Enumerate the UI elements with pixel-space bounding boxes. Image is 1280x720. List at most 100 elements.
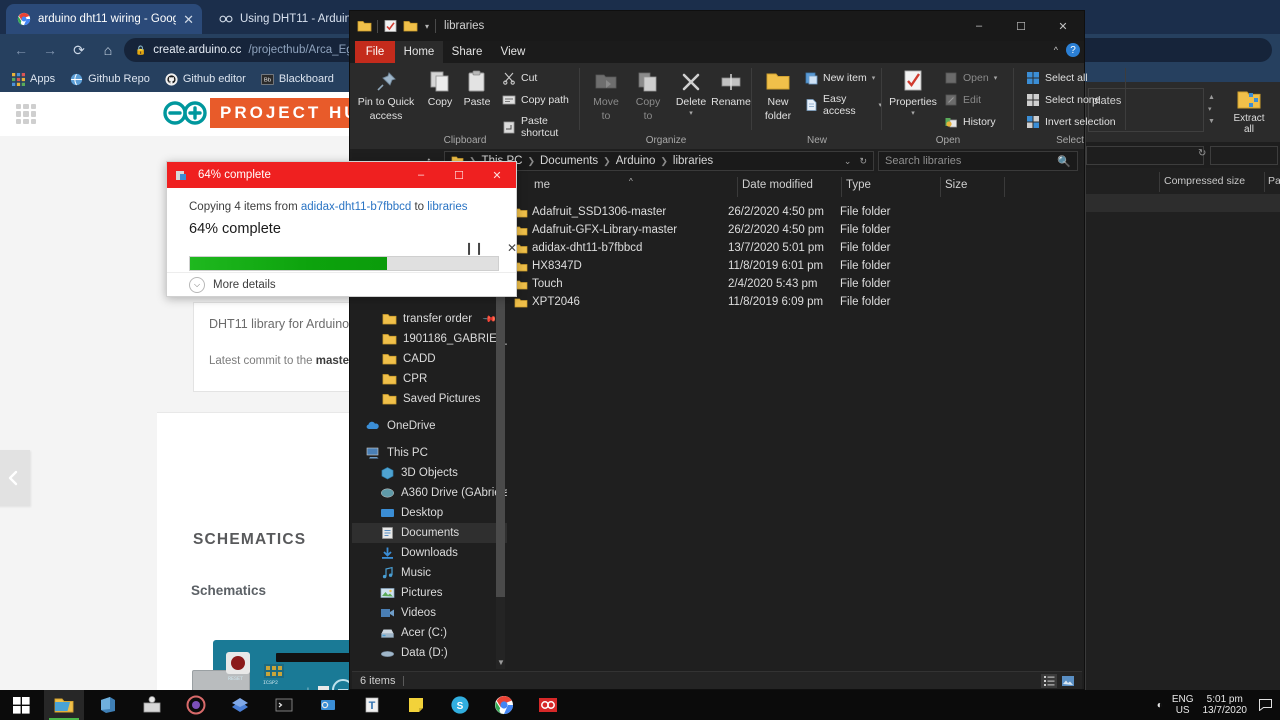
nav-item-onedrive[interactable]: OneDrive	[352, 416, 507, 436]
scroll-down-icon[interactable]: ▼	[497, 658, 505, 667]
select-all-button[interactable]: Select all	[1026, 71, 1088, 85]
tab-home[interactable]: Home	[395, 41, 443, 63]
nav-item-transfer-order[interactable]: transfer order 📌	[352, 309, 507, 329]
folder-icon[interactable]	[357, 19, 372, 33]
breadcrumb-item-libraries[interactable]: libraries	[673, 155, 713, 167]
history-button[interactable]: History	[944, 115, 996, 129]
properties-button[interactable]: Properties ▾	[886, 69, 940, 117]
dialog-minimize-button[interactable]: –	[402, 162, 440, 188]
table-row[interactable]: Adafruit-GFX-Library-master 26/2/2020 4:…	[510, 222, 1082, 240]
taskbar-arduino[interactable]	[528, 690, 568, 720]
taskbar-skype[interactable]: S	[440, 690, 480, 720]
collapse-ribbon-icon[interactable]: ^	[1054, 45, 1058, 55]
nav-item-downloads[interactable]: Downloads	[352, 543, 507, 563]
bookmark-blackboard[interactable]: Bb Blackboard	[260, 73, 334, 86]
nav-item-saved-pictures[interactable]: Saved Pictures	[352, 389, 507, 409]
nav-item-1901186-gabriel[interactable]: 1901186_GABRIEL_ASA	[352, 329, 507, 349]
properties-caret[interactable]: ▾	[886, 109, 940, 117]
edit-button[interactable]: Edit	[944, 93, 981, 107]
move-to-button[interactable]: Move to	[586, 69, 626, 122]
taskbar-file-explorer[interactable]	[44, 690, 84, 720]
language-indicator[interactable]: ENG US	[1172, 694, 1194, 716]
delete-caret[interactable]: ▾	[670, 109, 712, 117]
reload-button[interactable]: ⟳	[66, 37, 92, 63]
copy-button[interactable]: Copy	[422, 69, 458, 109]
invert-selection-button[interactable]: Invert selection	[1026, 115, 1116, 129]
tab-share[interactable]: Share	[443, 41, 491, 63]
taskbar-chrome[interactable]	[484, 690, 524, 720]
copy-path-button[interactable]: Copy path	[502, 93, 569, 107]
start-button[interactable]	[0, 690, 42, 720]
open-button[interactable]: Open ▾	[944, 71, 997, 85]
taskbar-remote-desktop[interactable]	[132, 690, 172, 720]
nav-item-data-d[interactable]: Data (D:)	[352, 643, 507, 663]
column-name[interactable]: me	[534, 179, 550, 191]
background-explorer-window[interactable]: plates ▲▾▼ Extract all chevron-down-icon…	[1085, 82, 1280, 690]
taskbar-terminal[interactable]	[264, 690, 304, 720]
new-item-caret[interactable]: ▾	[872, 74, 876, 82]
column-size[interactable]: Size	[945, 179, 967, 191]
nav-item-pictures[interactable]: Pictures	[352, 583, 507, 603]
address-dropdown-icon[interactable]: ⌄	[844, 156, 852, 167]
address-refresh-icon[interactable]: ↻	[859, 156, 867, 167]
tab-view[interactable]: View	[491, 41, 535, 63]
destination-link[interactable]: libraries	[427, 201, 467, 213]
taskbar-sketch[interactable]	[220, 690, 260, 720]
browser-tab-1-close-icon[interactable]: ✕	[183, 13, 194, 26]
search-input[interactable]: Search libraries 🔍	[878, 151, 1078, 171]
nav-item-music[interactable]: Music	[352, 563, 507, 583]
nav-item-a360-drive[interactable]: A360 Drive (GAbrielasa	[352, 483, 507, 503]
delete-button[interactable]: Delete ▾	[670, 69, 712, 117]
background-search-box[interactable]	[1210, 146, 1278, 165]
copy-to-button[interactable]: Copy to	[628, 69, 668, 122]
dialog-footer[interactable]: ⌵ More details	[167, 272, 516, 296]
nav-item-cpr[interactable]: CPR	[352, 369, 507, 389]
source-link[interactable]: adidax-dht11-b7fbbcd	[301, 201, 411, 213]
nav-item-videos[interactable]: Videos	[352, 603, 507, 623]
table-row[interactable]: Touch 2/4/2020 5:43 pm File folder	[510, 276, 1082, 294]
pin-to-quick-access-button[interactable]: Pin to Quick access	[352, 69, 420, 122]
gallery-scroll-arrows[interactable]: ▲ ▾ ▼	[1208, 92, 1215, 128]
select-none-button[interactable]: Select none	[1026, 93, 1100, 107]
bookmark-apps[interactable]: Apps	[12, 72, 55, 86]
clock[interactable]: 5:01 pm 13/7/2020	[1203, 694, 1248, 716]
breadcrumb-item-arduino[interactable]: Arduino	[616, 155, 656, 167]
cut-button[interactable]: Cut	[502, 71, 537, 85]
taskbar-screen[interactable]	[308, 690, 348, 720]
column-date-modified[interactable]: Date modified	[742, 179, 813, 191]
column-compressed-size[interactable]: Compressed size	[1164, 175, 1245, 187]
pause-button[interactable]: ❙❙	[463, 238, 485, 258]
wifi-icon[interactable]: ◐	[1157, 700, 1163, 711]
breadcrumb-item-documents[interactable]: Documents	[540, 155, 598, 167]
new-folder-button[interactable]: New folder	[756, 69, 800, 122]
tab-file[interactable]: File	[355, 41, 395, 63]
back-button[interactable]: ←	[8, 37, 34, 63]
bookmark-github-editor[interactable]: Github editor	[165, 72, 246, 86]
browser-tab-1[interactable]: arduino dht11 wiring - Google S ✕	[6, 4, 202, 34]
new-item-button[interactable]: New item ▾	[804, 71, 875, 85]
cancel-button[interactable]: ✕	[501, 238, 523, 258]
nav-item-this-pc[interactable]: This PC	[352, 443, 507, 463]
dialog-maximize-button[interactable]: ☐	[440, 162, 478, 188]
taskbar-store[interactable]	[88, 690, 128, 720]
nav-item-documents[interactable]: Documents	[352, 523, 507, 543]
nav-item-acer-c[interactable]: Acer (C:)	[352, 623, 507, 643]
more-details-label[interactable]: More details	[213, 279, 276, 291]
explorer-minimize-button[interactable]: –	[958, 11, 1000, 41]
explorer-maximize-button[interactable]: ☐	[1000, 11, 1042, 41]
open-caret[interactable]: ▾	[994, 74, 998, 82]
action-center-icon[interactable]	[1256, 696, 1274, 714]
nav-item-desktop[interactable]: Desktop	[352, 503, 507, 523]
refresh-icon[interactable]: ↻	[1198, 148, 1206, 159]
details-view-icon[interactable]	[1041, 673, 1057, 688]
nav-item-3d-objects[interactable]: 3D Objects	[352, 463, 507, 483]
taskbar-media[interactable]	[176, 690, 216, 720]
help-icon[interactable]: ?	[1066, 43, 1080, 57]
large-icons-view-icon[interactable]	[1060, 674, 1076, 688]
table-row[interactable]: Adafruit_SSD1306-master 26/2/2020 4:50 p…	[510, 204, 1082, 222]
nav-item-cadd[interactable]: CADD	[352, 349, 507, 369]
table-row[interactable]: adidax-dht11-b7fbbcd 13/7/2020 5:01 pm F…	[510, 240, 1082, 258]
home-button[interactable]: ⌂	[95, 37, 121, 63]
column-type[interactable]: Type	[846, 179, 871, 191]
easy-access-button[interactable]: Easy access ▾	[804, 93, 882, 117]
